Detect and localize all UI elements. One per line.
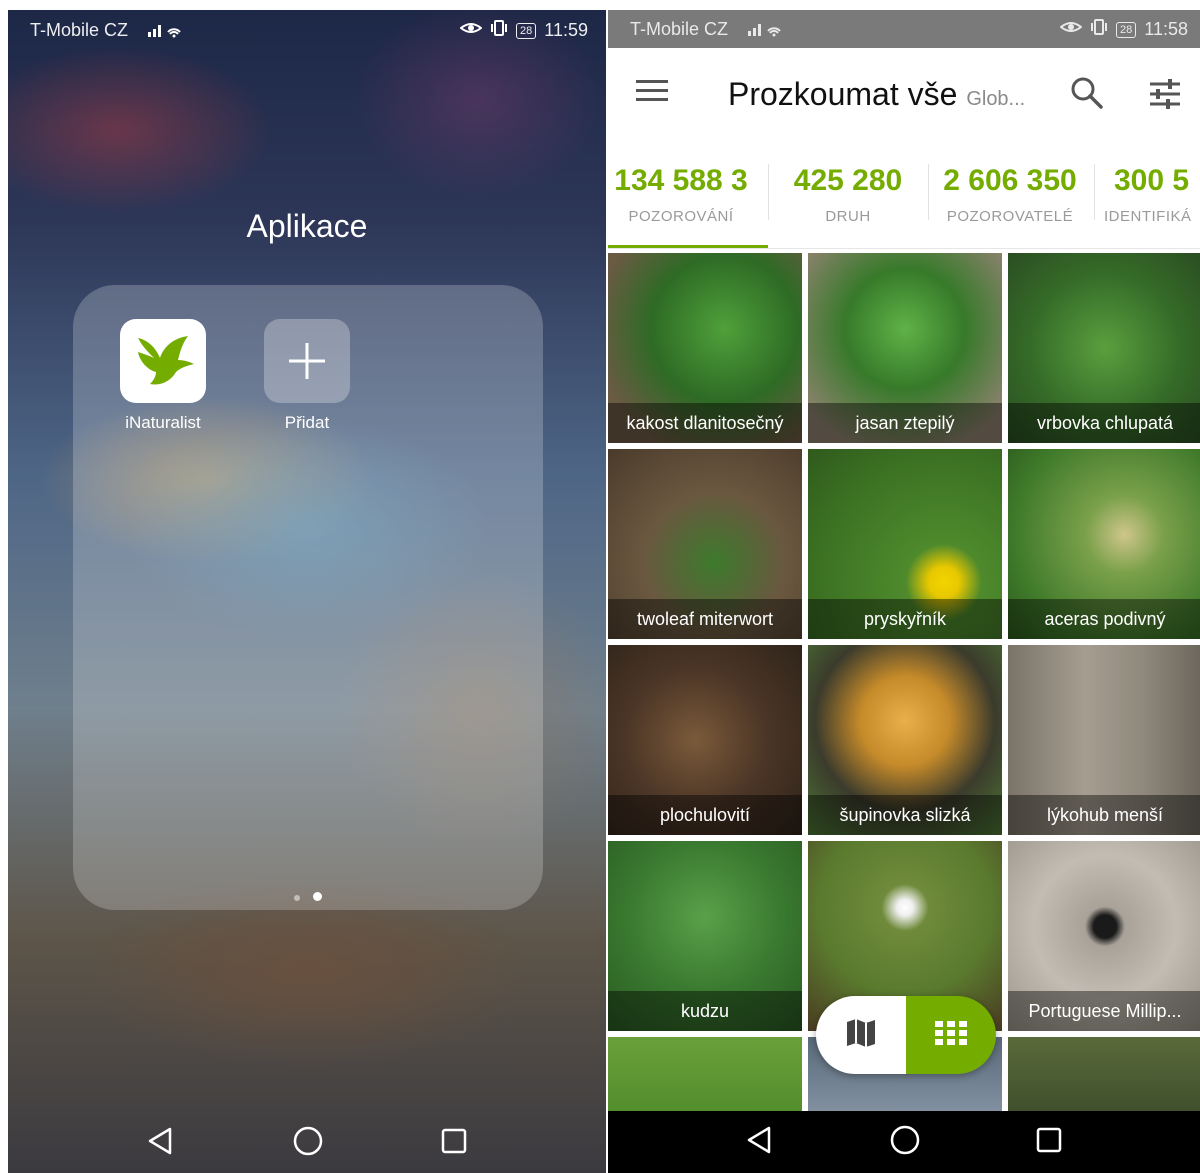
signal-icon bbox=[148, 22, 184, 41]
stat-value: 134 588 3 bbox=[614, 164, 748, 197]
divider bbox=[928, 164, 929, 220]
vibrate-icon bbox=[490, 20, 508, 41]
stat-value: 425 280 bbox=[793, 164, 903, 197]
observation-tile[interactable]: pryskyřník bbox=[808, 449, 1002, 639]
carrier-name: T-Mobile CZ bbox=[30, 20, 129, 40]
app-label: iNaturalist bbox=[125, 413, 201, 432]
app-bar: Prozkoumat vše Glob... bbox=[608, 48, 1200, 144]
stat-label: POZOROVÁNÍ bbox=[628, 208, 734, 225]
plus-icon[interactable] bbox=[264, 319, 350, 403]
eye-comfort-icon bbox=[1059, 19, 1083, 40]
map-view-button[interactable] bbox=[816, 996, 906, 1074]
stats-tabs: 134 588 3 POZOROVÁNÍ 425 280 DRUH 2 606 … bbox=[608, 144, 1200, 249]
app-label: Přidat bbox=[284, 413, 330, 432]
battery-icon: 28 bbox=[516, 22, 537, 39]
recents-button[interactable] bbox=[1035, 1126, 1063, 1159]
inaturalist-explore-screen: T-Mobile CZ 28 11:58 Prozkoumat vše Glob… bbox=[608, 10, 1200, 1173]
grid-view-button[interactable] bbox=[906, 996, 996, 1074]
observation-tile[interactable]: vrbovka chlupatá bbox=[1008, 253, 1200, 443]
navigation-bar bbox=[8, 1113, 606, 1173]
app-folder: iNaturalist Přidat bbox=[73, 285, 543, 910]
stat-label: IDENTIFIKÁ bbox=[1104, 208, 1192, 225]
status-bar: T-Mobile CZ 28 11:58 bbox=[608, 10, 1200, 48]
home-screen: T-Mobile CZ 28 11:59 Aplikace iNaturalis… bbox=[8, 10, 606, 1173]
page-title[interactable]: Prozkoumat vše Glob... bbox=[728, 76, 1025, 113]
observation-tile[interactable]: šupinovka slizká bbox=[808, 645, 1002, 835]
species-name: pryskyřník bbox=[808, 599, 1002, 639]
active-tab-indicator bbox=[608, 245, 768, 248]
species-name: kakost dlanitosečný bbox=[608, 403, 802, 443]
stat-value: 2 606 350 bbox=[943, 164, 1077, 197]
stat-label: DRUH bbox=[825, 208, 871, 225]
filter-icon[interactable] bbox=[1148, 78, 1182, 115]
stat-tab-observers[interactable]: 2 606 350 POZOROVATELÉ bbox=[934, 164, 1086, 225]
divider bbox=[768, 164, 769, 220]
status-bar: T-Mobile CZ 28 11:59 bbox=[8, 10, 606, 50]
location-subtitle: Glob... bbox=[966, 88, 1026, 110]
page-dot bbox=[294, 895, 301, 901]
carrier-name: T-Mobile CZ bbox=[630, 19, 729, 39]
home-button[interactable] bbox=[292, 1125, 324, 1162]
stat-tab-identifiers[interactable]: 300 5 IDENTIFIKÁ bbox=[1104, 164, 1200, 225]
observation-tile[interactable]: Portuguese Millip... bbox=[1008, 841, 1200, 1031]
divider bbox=[1094, 164, 1095, 220]
species-name: aceras podivný bbox=[1008, 599, 1200, 639]
app-add[interactable]: Přidat bbox=[247, 319, 367, 433]
observation-tile[interactable]: plochulovití bbox=[608, 645, 802, 835]
grid-icon bbox=[935, 1020, 967, 1050]
page-dot-active bbox=[312, 892, 322, 902]
app-inaturalist[interactable]: iNaturalist bbox=[103, 319, 223, 433]
back-button[interactable] bbox=[146, 1126, 176, 1161]
stat-tab-observations[interactable]: 134 588 3 POZOROVÁNÍ bbox=[608, 164, 756, 225]
observation-tile[interactable]: twoleaf miterwort bbox=[608, 449, 802, 639]
folder-title: Aplikace bbox=[246, 208, 368, 244]
observation-tile[interactable]: kakost dlanitosečný bbox=[608, 253, 802, 443]
signal-icon bbox=[748, 21, 784, 42]
page-indicator bbox=[73, 888, 543, 906]
species-name: šupinovka slizká bbox=[808, 795, 1002, 835]
observation-tile[interactable]: jasan ztepilý bbox=[808, 253, 1002, 443]
map-icon bbox=[844, 1016, 878, 1055]
species-name: jasan ztepilý bbox=[808, 403, 1002, 443]
clock: 11:58 bbox=[1144, 19, 1188, 39]
stat-value: 300 5 bbox=[1114, 164, 1190, 197]
search-icon[interactable] bbox=[1070, 76, 1104, 115]
title-text: Prozkoumat vše bbox=[728, 76, 958, 112]
eye-comfort-icon bbox=[459, 20, 483, 41]
bird-icon[interactable] bbox=[120, 319, 206, 403]
hamburger-menu-button[interactable] bbox=[636, 78, 670, 109]
observation-tile[interactable]: lýkohub menší bbox=[1008, 645, 1200, 835]
species-name: vrbovka chlupatá bbox=[1008, 403, 1200, 443]
vibrate-icon bbox=[1090, 19, 1108, 40]
view-toggle bbox=[816, 996, 996, 1074]
species-name: twoleaf miterwort bbox=[608, 599, 802, 639]
home-button[interactable] bbox=[889, 1124, 921, 1161]
observation-tile[interactable]: kudzu bbox=[608, 841, 802, 1031]
recents-button[interactable] bbox=[440, 1127, 468, 1160]
stat-label: POZOROVATELÉ bbox=[946, 208, 1074, 225]
navigation-bar bbox=[608, 1111, 1200, 1173]
clock: 11:59 bbox=[544, 20, 588, 40]
species-name: plochulovití bbox=[608, 795, 802, 835]
species-name: Portuguese Millip... bbox=[1008, 991, 1200, 1031]
species-name: lýkohub menší bbox=[1008, 795, 1200, 835]
back-button[interactable] bbox=[745, 1125, 775, 1160]
stat-tab-species[interactable]: 425 280 DRUH bbox=[780, 164, 916, 225]
observation-tile[interactable]: aceras podivný bbox=[1008, 449, 1200, 639]
species-name: kudzu bbox=[608, 991, 802, 1031]
battery-icon: 28 bbox=[1116, 21, 1137, 38]
